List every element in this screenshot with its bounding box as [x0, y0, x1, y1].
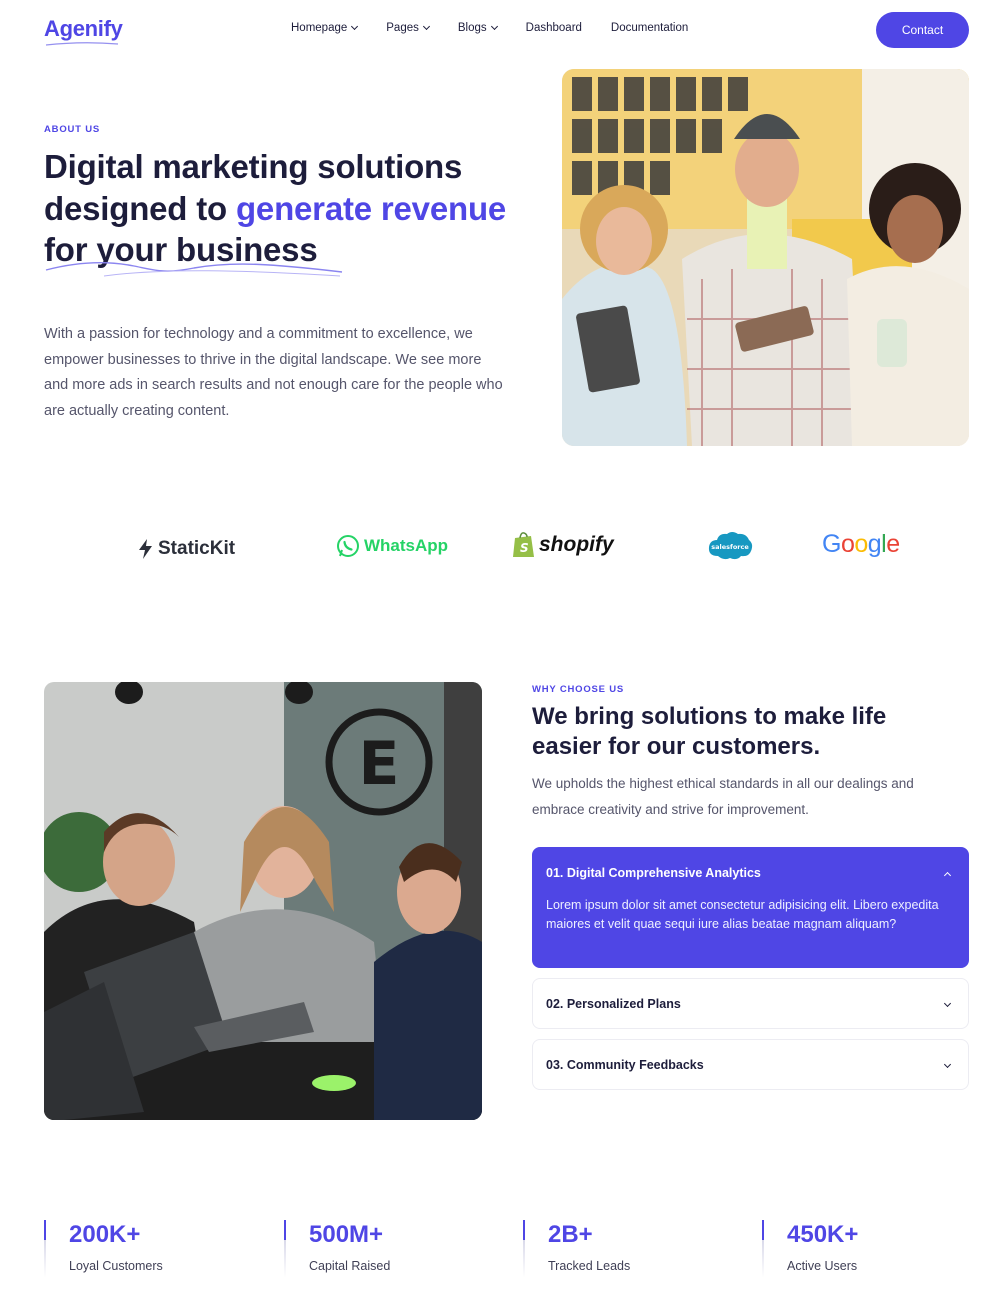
stat-value: 2B+ — [548, 1221, 593, 1248]
google-letter: o — [854, 530, 868, 558]
menu-item-documentation[interactable]: Documentation — [611, 22, 688, 34]
stat-label: Tracked Leads — [548, 1259, 631, 1273]
hero-eyebrow: ABOUT US — [44, 124, 101, 135]
why-eyebrow: WHY CHOOSE US — [532, 684, 625, 695]
brand-salesforce: salesforce — [706, 528, 754, 562]
contact-button[interactable]: Contact — [876, 12, 969, 48]
meeting-photo: E — [44, 682, 482, 1120]
menu-item-homepage[interactable]: Homepage — [291, 22, 359, 34]
logo-underline-icon — [45, 42, 119, 46]
stat-divider — [284, 1240, 286, 1278]
chevron-down-icon[interactable] — [943, 1060, 952, 1069]
menu-item-label: Pages — [386, 22, 419, 34]
google-letter: G — [822, 530, 841, 558]
team-photo — [562, 69, 969, 446]
menu-item-label: Documentation — [610, 22, 689, 34]
accordion-title: 03. Community Feedbacks — [546, 1058, 704, 1072]
menu-item-label: Homepage — [291, 22, 348, 34]
hero-title-highlight: generate revenue — [235, 189, 507, 227]
chevron-up-icon[interactable] — [943, 871, 952, 880]
brand-whatsapp: WhatsApp — [336, 534, 448, 558]
whatsapp-icon — [337, 535, 359, 557]
stat-label: Loyal Customers — [69, 1259, 163, 1273]
chevron-down-icon — [422, 22, 430, 31]
salesforce-cloud-icon: salesforce — [708, 532, 753, 560]
chevron-down-icon[interactable] — [943, 999, 952, 1008]
svg-text:S: S — [520, 541, 529, 555]
brand-name: StaticKit — [158, 538, 236, 559]
menu-item-label: Dashboard — [525, 22, 582, 34]
google-letter: e — [886, 530, 900, 558]
accordion-item-feedbacks[interactable]: 03. Community Feedbacks — [532, 1039, 969, 1090]
brand-name: shopify — [539, 533, 614, 556]
team-photo-illustration — [562, 69, 969, 446]
why-title: We bring solutions to make life easier f… — [532, 703, 887, 760]
accordion-title: 01. Digital Comprehensive Analytics — [546, 866, 761, 880]
menu-item-blogs[interactable]: Blogs — [457, 22, 498, 34]
accordion-title: 02. Personalized Plans — [546, 997, 681, 1011]
logo[interactable]: Agenify — [44, 16, 123, 46]
stat-accent-bar — [523, 1220, 525, 1240]
stat-accent-bar — [44, 1220, 46, 1240]
stat-divider — [523, 1240, 525, 1278]
stat-accent-bar — [762, 1220, 764, 1240]
google-letter: g — [867, 530, 882, 558]
brand-name: salesforce — [711, 543, 749, 551]
chevron-down-icon — [351, 22, 359, 31]
brand-statickit: StaticKit — [137, 538, 235, 560]
top-navigation: Agenify Homepage Pages Blogs Dashboard D… — [0, 0, 1000, 60]
stat-divider — [44, 1240, 46, 1278]
accordion-body: Lorem ipsum dolor sit amet consectetur a… — [546, 898, 939, 931]
why-description: We upholds the highest ethical standards… — [532, 776, 914, 817]
brand-logos-row: StaticKit WhatsApp S shopify salesforce … — [0, 520, 1000, 580]
google-letter: o — [840, 530, 855, 558]
svg-text:E: E — [359, 729, 400, 799]
stat-label: Capital Raised — [309, 1259, 391, 1273]
menu-item-dashboard[interactable]: Dashboard — [526, 22, 582, 34]
statickit-bolt-icon — [139, 539, 152, 559]
brand-name: WhatsApp — [364, 536, 449, 555]
hero-description: With a passion for technology and a comm… — [44, 326, 503, 419]
brand-shopify: S shopify — [512, 531, 614, 559]
stat-value: 200K+ — [69, 1221, 141, 1248]
hero-title: Digital marketing solutions designed to … — [44, 146, 514, 271]
stat-accent-bar — [284, 1220, 286, 1240]
stat-value: 450K+ — [787, 1221, 859, 1248]
brand-google: Google — [822, 530, 900, 559]
menu-item-label: Blogs — [457, 22, 487, 34]
shopify-bag-icon: S — [513, 532, 534, 557]
highlight-squiggle-icon — [45, 262, 343, 277]
stat-value: 500M+ — [309, 1221, 384, 1248]
accordion-item-analytics[interactable]: 01. Digital Comprehensive Analytics Lore… — [532, 847, 969, 968]
chevron-down-icon — [490, 22, 498, 31]
main-menu: Homepage Pages Blogs Dashboard Documenta… — [291, 22, 717, 34]
logo-text: Agenify — [44, 16, 123, 41]
accordion-item-plans[interactable]: 02. Personalized Plans — [532, 978, 969, 1029]
stat-label: Active Users — [787, 1259, 858, 1273]
menu-item-pages[interactable]: Pages — [386, 22, 430, 34]
stat-divider — [762, 1240, 764, 1278]
meeting-photo-illustration: E — [44, 682, 482, 1120]
